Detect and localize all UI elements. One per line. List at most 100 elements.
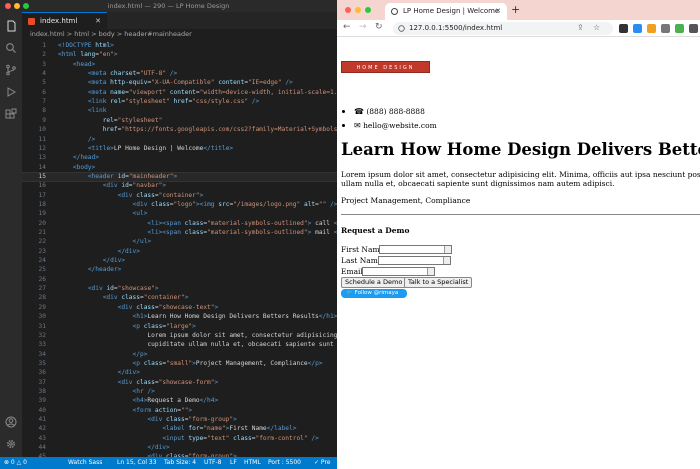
code-line[interactable]: <li><span class="material-symbols-outlin… xyxy=(58,220,337,227)
code-line[interactable]: <li><span class="material-symbols-outlin… xyxy=(58,229,337,236)
line-number[interactable]: 36 xyxy=(22,369,46,376)
code-line[interactable]: <p class="large"> xyxy=(58,323,196,330)
line-number[interactable]: 23 xyxy=(22,248,46,255)
first-name-input[interactable] xyxy=(379,245,452,254)
code-line[interactable]: <div id="navbar"> xyxy=(58,182,166,189)
code-line[interactable]: <meta http-equiv="X-UA-Compatible" conte… xyxy=(58,79,293,86)
extension-icon-5[interactable] xyxy=(675,24,684,33)
last-name-input[interactable] xyxy=(378,256,451,265)
code-line[interactable]: <link xyxy=(58,107,107,114)
code-editor[interactable]: 1 <!DOCTYPE html> 2 <html lang="en"> 3 <head… xyxy=(22,40,337,457)
line-number[interactable]: 38 xyxy=(22,388,46,395)
line-number[interactable]: 17 xyxy=(22,192,46,199)
code-line[interactable]: </div> xyxy=(58,369,140,376)
new-tab-button[interactable]: + xyxy=(511,3,520,16)
line-number[interactable]: 9 xyxy=(22,117,46,124)
code-line[interactable]: <label for="name">First Name</label> xyxy=(58,425,296,432)
code-line[interactable]: /> xyxy=(58,136,95,143)
line-number[interactable]: 39 xyxy=(22,397,46,404)
line-number[interactable]: 25 xyxy=(22,266,46,273)
line-number[interactable]: 2 xyxy=(22,51,46,58)
schedule-demo-button[interactable]: Schedule a Demo xyxy=(341,277,407,288)
line-number[interactable]: 27 xyxy=(22,285,46,292)
talk-specialist-button[interactable]: Talk to a Specialist xyxy=(404,277,473,288)
code-line[interactable]: <meta charset="UTF-8" /> xyxy=(58,70,177,77)
line-number[interactable]: 8 xyxy=(22,107,46,114)
code-line[interactable]: <ul> xyxy=(58,210,148,217)
tab-size-status[interactable]: Tab Size: 4 xyxy=(164,457,196,469)
line-number[interactable]: 13 xyxy=(22,154,46,161)
autofill-key-icon[interactable] xyxy=(443,257,450,264)
site-info-icon[interactable] xyxy=(398,25,405,32)
problems-status[interactable]: ⊗ 0 △ 0 xyxy=(4,457,27,469)
code-line[interactable]: cupiditate ullam nulla et, obcaecati sap… xyxy=(58,341,337,348)
code-line[interactable]: <title>LP Home Design | Welcome</title> xyxy=(58,145,233,152)
line-number[interactable]: 40 xyxy=(22,407,46,414)
code-line[interactable]: href="https://fonts.googleapis.com/css2?… xyxy=(58,126,337,133)
code-line[interactable]: </ul> xyxy=(58,238,152,245)
code-line[interactable]: <meta name="viewport" content="width=dev… xyxy=(58,89,337,96)
bookmark-star-icon[interactable]: ☆ xyxy=(593,23,600,32)
breadcrumb[interactable]: index.html > html > body > header#mainhe… xyxy=(22,29,337,40)
code-line[interactable]: <h1>Learn How Home Design Delivers Bette… xyxy=(58,313,337,320)
browser-minimize-button[interactable] xyxy=(355,7,361,13)
live-server-port-status[interactable]: Port : 5500 xyxy=(268,457,301,469)
browser-maximize-button[interactable] xyxy=(365,7,371,13)
line-number[interactable]: 11 xyxy=(22,136,46,143)
line-number[interactable]: 12 xyxy=(22,145,46,152)
close-tab-icon[interactable]: ✕ xyxy=(95,13,101,30)
line-number[interactable]: 16 xyxy=(22,182,46,189)
code-line[interactable]: rel="stylesheet" xyxy=(58,117,163,124)
code-line[interactable]: <div id="showcase"> xyxy=(58,285,159,292)
encoding-status[interactable]: UTF-8 xyxy=(204,457,222,469)
code-line[interactable]: <hr /> xyxy=(58,388,155,395)
code-line[interactable]: </div> xyxy=(58,248,140,255)
explorer-icon[interactable] xyxy=(5,20,17,32)
code-line[interactable]: </header> xyxy=(58,266,122,273)
extension-icon-1[interactable] xyxy=(619,24,628,33)
account-icon[interactable] xyxy=(5,416,17,428)
extension-icon-3[interactable] xyxy=(647,24,656,33)
code-line[interactable]: <div class="container"> xyxy=(58,294,189,301)
prettier-status[interactable]: ✓ Pre xyxy=(314,457,330,469)
line-number[interactable]: 44 xyxy=(22,444,46,451)
code-line[interactable]: <header id="mainheader"> xyxy=(58,173,177,180)
line-number[interactable]: 24 xyxy=(22,257,46,264)
code-line[interactable]: </div> xyxy=(58,444,169,451)
line-number[interactable]: 1 xyxy=(22,42,46,49)
code-line[interactable]: <p class="small">Project Management, Com… xyxy=(58,360,323,367)
line-number[interactable]: 14 xyxy=(22,164,46,171)
line-number[interactable]: 3 xyxy=(22,61,46,68)
line-number[interactable]: 37 xyxy=(22,379,46,386)
line-number[interactable]: 20 xyxy=(22,220,46,227)
email-input[interactable] xyxy=(362,267,435,276)
code-line[interactable]: </head> xyxy=(58,154,99,161)
twitter-follow-button[interactable]: 🐦 Follow @rimaya xyxy=(341,289,407,298)
cursor-position-status[interactable]: Ln 15, Col 33 xyxy=(117,457,157,469)
line-number[interactable]: 33 xyxy=(22,341,46,348)
code-line[interactable]: <div class="showcase-form"> xyxy=(58,379,219,386)
line-number[interactable]: 7 xyxy=(22,98,46,105)
close-window-button[interactable] xyxy=(5,3,11,9)
extension-icon-4[interactable] xyxy=(661,24,670,33)
autofill-key-icon[interactable] xyxy=(427,268,434,275)
browser-tab-active[interactable]: LP Home Design | Welcome ✕ xyxy=(385,3,507,20)
code-line[interactable]: <html lang="en"> xyxy=(58,51,118,58)
line-number[interactable]: 4 xyxy=(22,70,46,77)
line-number[interactable]: 15 xyxy=(22,173,46,180)
line-number[interactable]: 6 xyxy=(22,89,46,96)
watch-sass-status[interactable]: Watch Sass xyxy=(68,457,102,469)
tab-index-html[interactable]: index.html ✕ xyxy=(22,12,107,29)
line-number[interactable]: 28 xyxy=(22,294,46,301)
code-line[interactable]: <div class="logo"><img src="/images/logo… xyxy=(58,201,337,208)
autofill-key-icon[interactable] xyxy=(444,246,451,253)
code-line[interactable]: <div class="showcase-text"> xyxy=(58,304,219,311)
back-arrow-icon[interactable]: ← xyxy=(343,22,351,32)
line-number[interactable]: 31 xyxy=(22,323,46,330)
extensions-icon[interactable] xyxy=(5,108,17,120)
source-control-icon[interactable] xyxy=(5,64,17,76)
code-line[interactable]: <link rel="stylesheet" href="css/style.c… xyxy=(58,98,259,105)
forward-arrow-icon[interactable]: → xyxy=(359,22,367,32)
language-status[interactable]: HTML xyxy=(244,457,261,469)
line-number[interactable]: 42 xyxy=(22,425,46,432)
